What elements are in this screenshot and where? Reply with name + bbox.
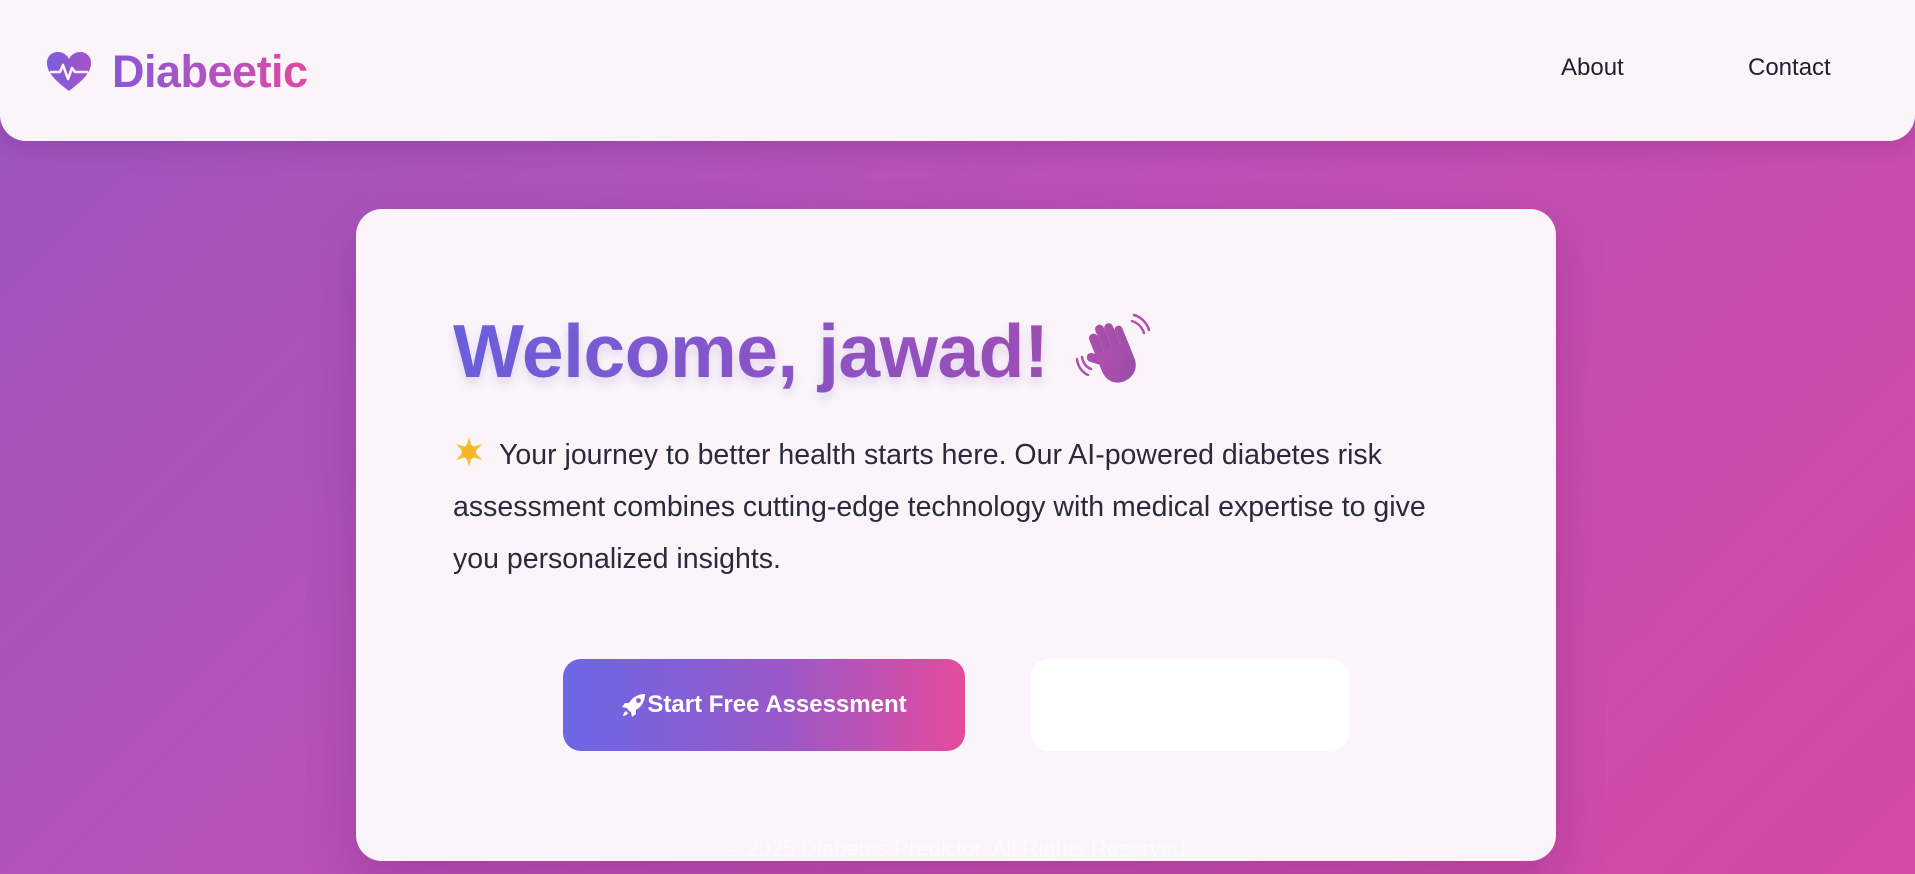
nav-about-link[interactable]: About: [1561, 54, 1624, 82]
welcome-card: Welcome, jawad! Your journey to better h…: [356, 209, 1556, 861]
footer-copyright: © 2025 Diabetes Predictor. All Rights Re…: [723, 836, 1192, 861]
welcome-title: Welcome, jawad!: [453, 309, 1049, 393]
welcome-heading: Welcome, jawad!: [453, 308, 1152, 394]
brand-logo[interactable]: Diabeetic: [46, 44, 308, 100]
start-assessment-label: Start Free Assessment: [647, 691, 907, 718]
secondary-button[interactable]: [1031, 659, 1349, 751]
rocket-icon: [622, 694, 646, 717]
sparkle-icon: [456, 437, 482, 467]
start-assessment-button[interactable]: Start Free Assessment: [563, 659, 965, 751]
heart-pulse-icon: [47, 52, 91, 91]
brand-name: Diabeetic: [112, 46, 308, 97]
nav-contact-link[interactable]: Contact: [1748, 54, 1831, 82]
intro-paragraph: Your journey to better health starts her…: [453, 429, 1473, 585]
intro-text: Your journey to better health starts her…: [453, 439, 1426, 575]
waving-hand-icon: [1076, 313, 1151, 383]
navbar: Diabeetic About Contact: [0, 0, 1915, 141]
